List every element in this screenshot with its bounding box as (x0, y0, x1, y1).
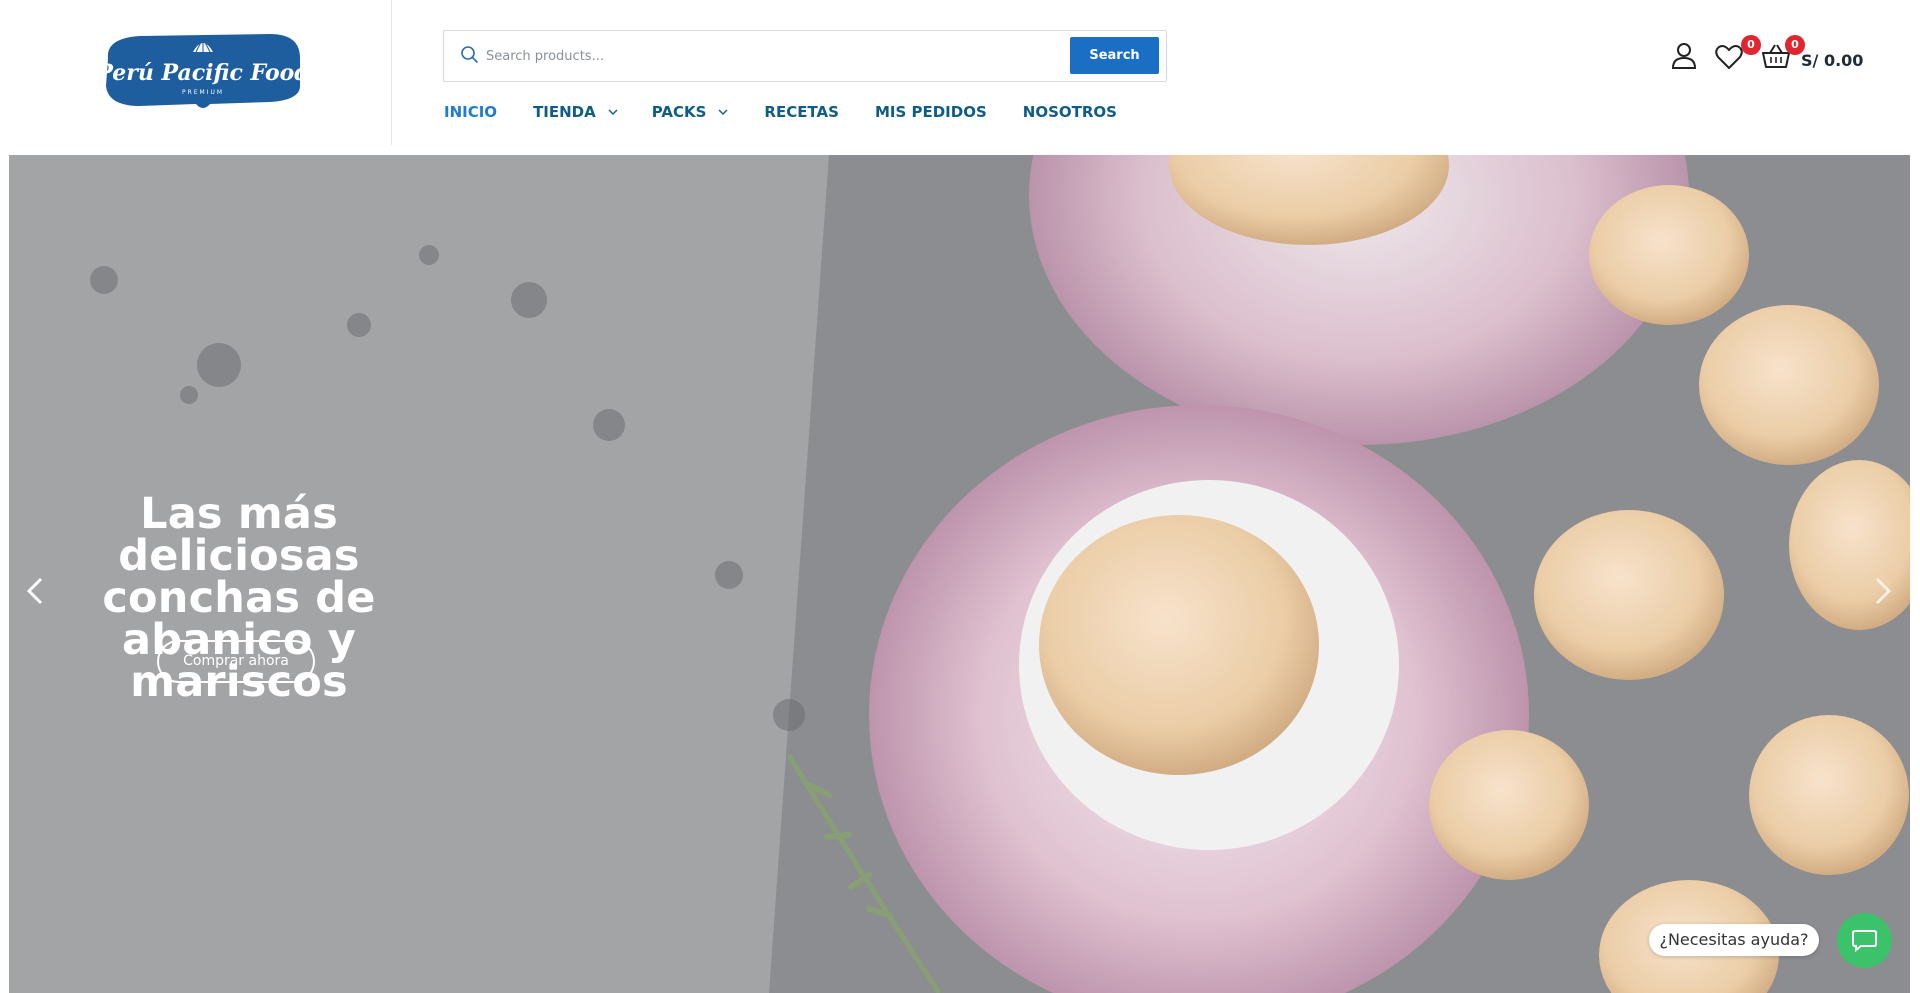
chevron-right-icon[interactable] (1871, 573, 1895, 609)
search-input[interactable] (486, 40, 1086, 72)
brand-logo[interactable]: Perú Pacific Food PREMIUM (100, 28, 306, 114)
help-label[interactable]: ¿Necesitas ayuda? (1649, 924, 1819, 956)
cart-total-value: 0.00 (1823, 51, 1864, 70)
cart-total[interactable]: S/ 0.00 (1801, 51, 1863, 70)
heart-icon[interactable] (1715, 44, 1743, 74)
site-header: Perú Pacific Food PREMIUM Search INICIO … (0, 0, 1920, 145)
shop-now-button[interactable]: Comprar ahora (157, 640, 315, 683)
wishlist-count-badge: 0 (1741, 35, 1761, 55)
nav-label: NOSOTROS (1022, 103, 1117, 121)
search-button[interactable]: Search (1070, 37, 1159, 74)
brand-tagline: PREMIUM (182, 89, 224, 96)
chevron-left-icon[interactable] (23, 573, 47, 609)
nav-label: TIENDA (533, 103, 596, 121)
user-icon[interactable] (1671, 42, 1697, 74)
chevron-down-icon (718, 109, 728, 115)
main-nav: INICIO TIENDA PACKS RECETAS MIS PEDIDOS … (444, 100, 1117, 124)
currency-symbol: S/ (1801, 51, 1819, 70)
brand-name: Perú Pacific Food (100, 60, 306, 86)
nav-label: INICIO (444, 103, 498, 121)
hero-slider: Las más deliciosas conchas de abanico y … (9, 155, 1910, 993)
search-bar: Search (443, 30, 1167, 82)
nav-label: PACKS (651, 103, 707, 121)
nav-item-mis-pedidos[interactable]: MIS PEDIDOS (875, 103, 987, 121)
chevron-down-icon (608, 109, 618, 115)
chat-icon (1852, 930, 1877, 952)
logo-column: Perú Pacific Food PREMIUM (0, 0, 392, 145)
nav-item-packs[interactable]: PACKS (652, 103, 729, 121)
nav-item-nosotros[interactable]: NOSOTROS (1023, 103, 1117, 121)
help-chat-button[interactable] (1837, 913, 1892, 968)
nav-label: RECETAS (764, 103, 839, 121)
search-icon (460, 45, 480, 65)
nav-item-tienda[interactable]: TIENDA (533, 103, 618, 121)
nav-label: MIS PEDIDOS (874, 103, 987, 121)
nav-item-inicio[interactable]: INICIO (444, 103, 497, 121)
nav-item-recetas[interactable]: RECETAS (764, 103, 839, 121)
